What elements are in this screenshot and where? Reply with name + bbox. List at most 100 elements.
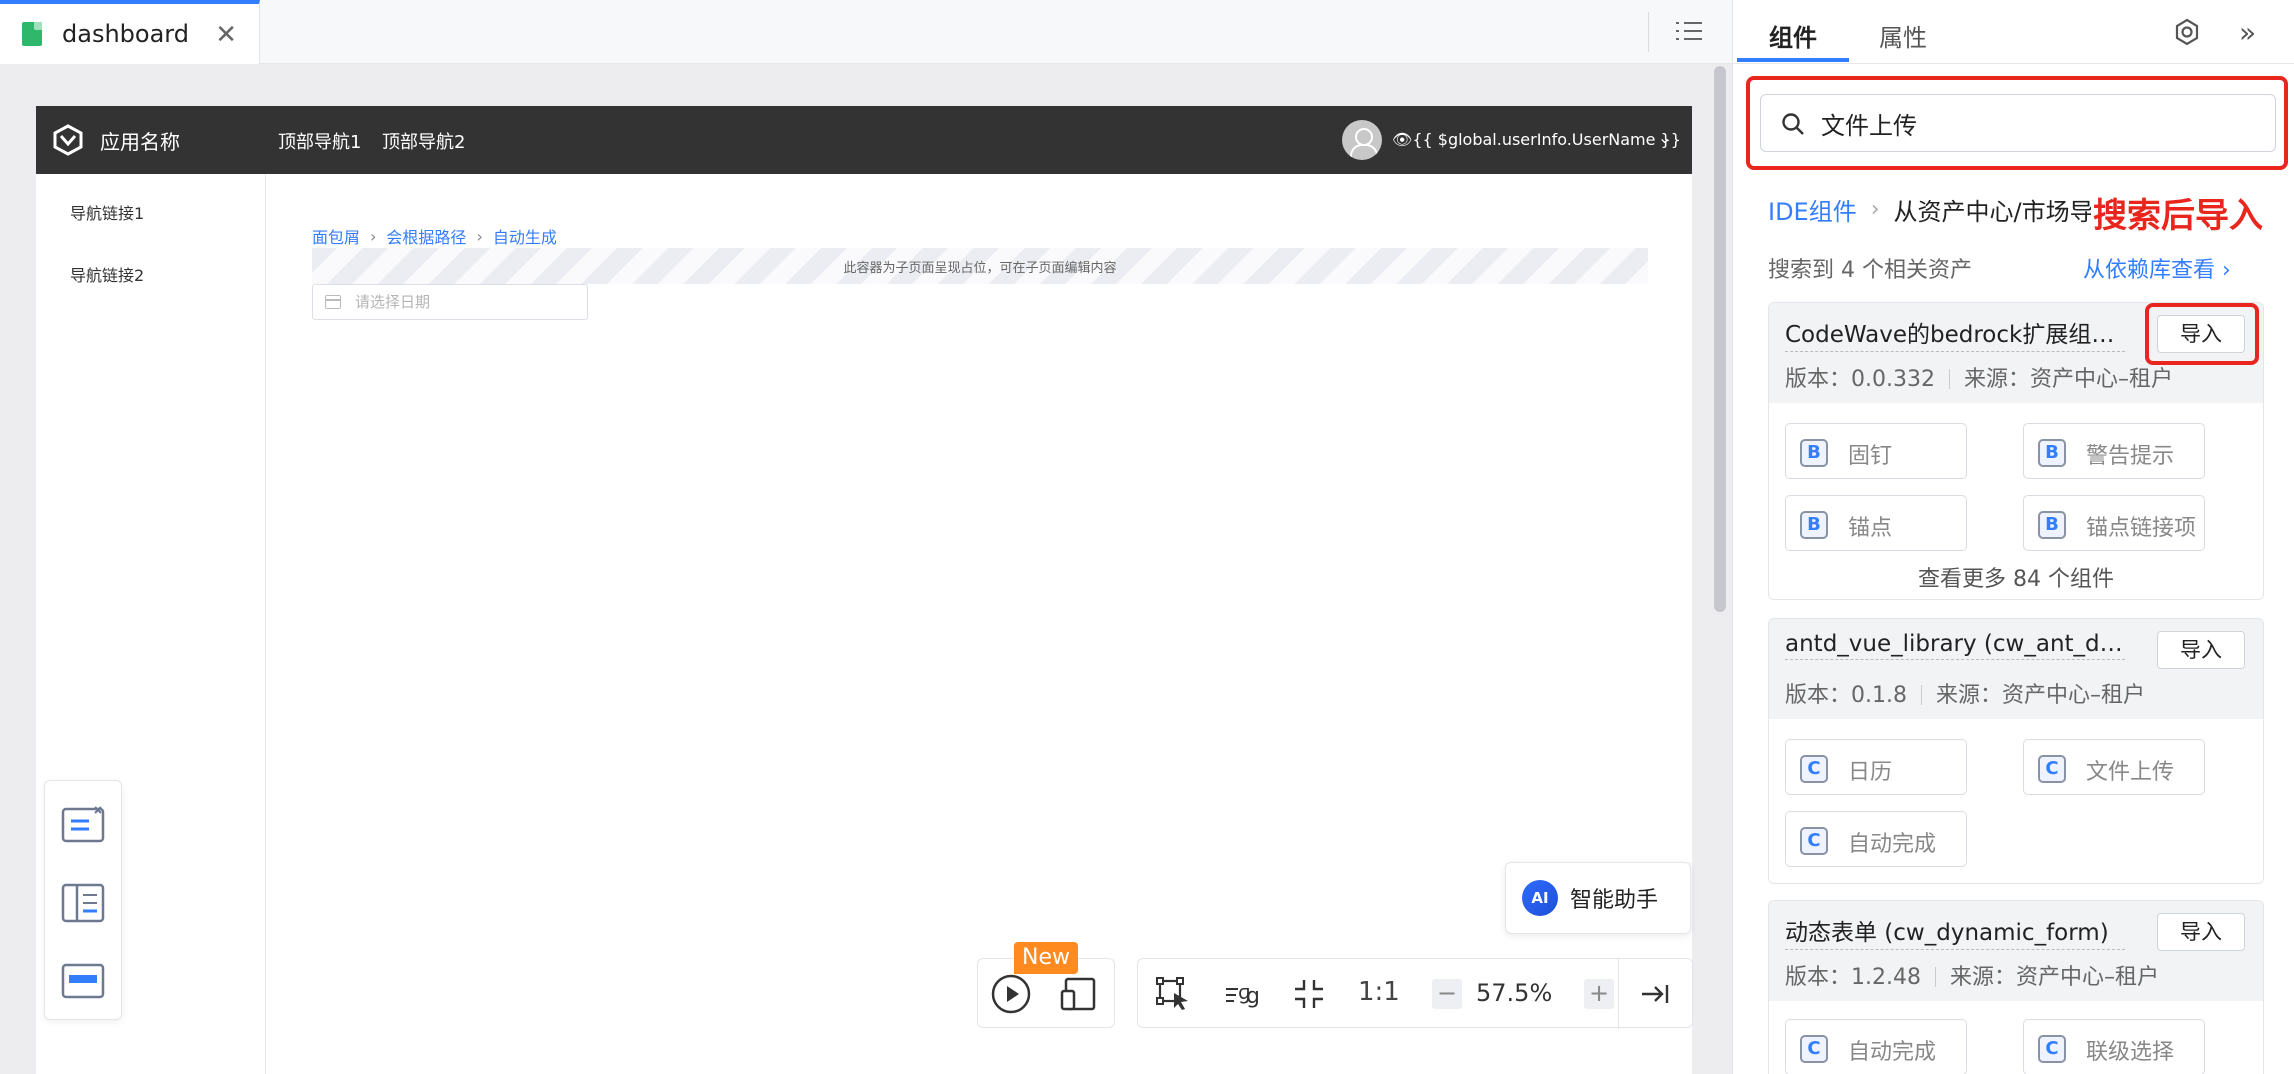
component-badge-icon: C [2038,755,2066,783]
select-tool-icon[interactable] [1156,977,1190,1011]
side-nav-link-1[interactable]: 导航链接1 [70,200,144,224]
canvas-workspace: dashboard ✕ 应用名称 顶部导航1 顶部导航2 👁{{ $global… [0,0,1732,1074]
breadcrumb-item[interactable]: 面包屑 [312,224,360,248]
asset-title[interactable]: 动态表单 (cw_dynamic_form) [1785,913,2125,950]
asset-meta: 版本：0.1.8 来源：资产中心–租户 [1785,677,2145,709]
fit-screen-icon[interactable] [1292,977,1326,1011]
component-item[interactable]: C 自动完成 [1785,1019,1967,1074]
asset-card: CodeWave的bedrock扩展组件库 导入 版本：0.0.332 来源：资产… [1768,302,2264,600]
gear-icon[interactable] [2173,18,2201,46]
calendar-icon [325,295,341,309]
asset-version: 版本：1.2.48 [1785,965,1921,990]
component-label: 自动完成 [1848,1040,1937,1065]
close-icon[interactable]: ✕ [215,20,237,50]
annotation-label: 搜索后导入 [2091,188,2263,237]
app-logo-icon [53,124,83,156]
file-tab-label: dashboard [62,20,189,48]
page-preview: 应用名称 顶部导航1 顶部导航2 👁{{ $global.userInfo.Us… [36,106,1692,1074]
tab-components[interactable]: 组件 [1769,18,1817,53]
crumb-ide-components[interactable]: IDE组件 [1768,192,1857,227]
panel-tabs: 组件 属性 » [1733,0,2294,64]
active-tab-indicator [1737,58,1849,62]
chevron-right-icon: › [370,226,377,246]
component-label: 锚点 [1848,516,1893,541]
breadcrumb-item[interactable]: 会根据路径 [386,224,466,248]
component-badge-icon: C [2038,1035,2066,1063]
asset-title[interactable]: CodeWave的bedrock扩展组件库 [1785,315,2125,352]
date-picker[interactable] [312,284,588,320]
app-name: 应用名称 [100,130,180,154]
zoom-out-button[interactable]: − [1432,979,1462,1009]
svg-text:g: g [1246,984,1260,1009]
translate-icon[interactable]: ɡ g [1224,977,1264,1011]
component-panel: 组件 属性 » IDE组件 › 从资产中心/市场导入 搜索后导入 搜索到 4 个… [1732,0,2294,1074]
breadcrumb-item[interactable]: 自动生成 [493,224,557,248]
ai-assistant-button[interactable]: AI 智能助手 [1505,862,1691,934]
import-button[interactable]: 导入 [2157,315,2245,353]
collapse-to-end-icon[interactable] [1638,977,1672,1011]
router-view-placeholder[interactable]: 此容器为子页面呈现占位，可在子页面编辑内容 [312,248,1648,284]
side-layout-icon[interactable] [59,879,107,927]
play-icon[interactable] [990,973,1032,1015]
block-layout-icon[interactable] [59,957,107,1005]
asset-card: antd_vue_library (cw_ant_design_vue) 导入 … [1768,618,2264,884]
search-icon [1782,113,1804,135]
component-label: 日历 [1848,760,1893,785]
zoom-in-button[interactable]: + [1584,979,1614,1009]
component-item[interactable]: C 自动完成 [1785,811,1967,867]
tab-properties[interactable]: 属性 [1879,18,1927,53]
asset-version: 版本：0.0.332 [1785,367,1935,392]
ai-assistant-label: 智能助手 [1570,888,1659,913]
outline-list-icon[interactable] [1676,20,1702,42]
asset-breadcrumb: IDE组件 › 从资产中心/市场导入 [1768,192,2118,227]
tab-divider [1648,12,1649,52]
view-more-components-link[interactable]: 查看更多 84 个组件 [1769,561,2263,593]
component-badge-icon: B [1800,511,1828,539]
toolbar-divider [1618,959,1619,1029]
chevron-down-icon[interactable]: ⌄ [1658,128,1671,147]
top-nav-1[interactable]: 顶部导航1 [278,128,361,154]
collapse-panel-icon[interactable]: » [2239,16,2256,49]
import-button[interactable]: 导入 [2157,913,2245,951]
component-label: 文件上传 [2086,760,2175,785]
top-nav-2[interactable]: 顶部导航2 [382,128,465,154]
new-badge: New [1014,942,1078,974]
asset-title[interactable]: antd_vue_library (cw_ant_design_vue) [1785,631,2125,660]
app-header: 应用名称 顶部导航1 顶部导航2 👁{{ $global.userInfo.Us… [36,106,1692,174]
editor-tab-bar: dashboard ✕ [0,0,1732,64]
view-in-dependencies-link[interactable]: 从依赖库查看 › [2083,252,2231,284]
component-item[interactable]: C 日历 [1785,739,1967,795]
component-label: 联级选择 [2086,1040,2175,1065]
component-item[interactable]: C 文件上传 [2023,739,2205,795]
component-search-box[interactable] [1760,94,2276,152]
side-nav-link-2[interactable]: 导航链接2 [70,262,144,286]
user-avatar[interactable] [1342,120,1382,160]
ai-icon: AI [1522,880,1558,916]
device-preview-icon[interactable] [1058,973,1100,1015]
import-button[interactable]: 导入 [2157,631,2245,669]
date-input[interactable] [355,292,575,312]
component-item[interactable]: C 联级选择 [2023,1019,2205,1074]
component-item[interactable]: B 锚点 [1785,495,1967,551]
canvas-toolbar: ɡ g 1:1 − 57.5% + [1137,958,1693,1029]
component-label: 锚点链接项 [2086,516,2197,541]
component-item[interactable]: B 固钉 [1785,423,1967,479]
component-badge-icon: B [2038,439,2066,467]
search-input[interactable] [1821,107,2261,139]
asset-meta: 版本：0.0.332 来源：资产中心–租户 [1785,361,2173,393]
user-name-binding[interactable]: 👁{{ $global.userInfo.UserName }} [1392,130,1681,149]
canvas-scrollbar[interactable] [1714,66,1726,612]
component-badge-icon: B [1800,439,1828,467]
page-file-icon [22,22,42,46]
asset-meta: 版本：1.2.48 来源：资产中心–租户 [1785,959,2159,991]
component-item[interactable]: B 警告提示 [2023,423,2205,479]
component-label: 警告提示 [2086,444,2175,469]
popup-layout-icon[interactable] [59,801,107,849]
actual-size-button[interactable]: 1:1 [1358,977,1400,1007]
asset-source: 来源：资产中心–租户 [1935,683,2145,708]
asset-source: 来源：资产中心–租户 [1949,965,2159,990]
component-badge-icon: B [2038,511,2066,539]
file-tab-dashboard[interactable]: dashboard ✕ [0,0,260,64]
component-item[interactable]: B 锚点链接项 [2023,495,2205,551]
layout-tools-panel [44,780,122,1020]
